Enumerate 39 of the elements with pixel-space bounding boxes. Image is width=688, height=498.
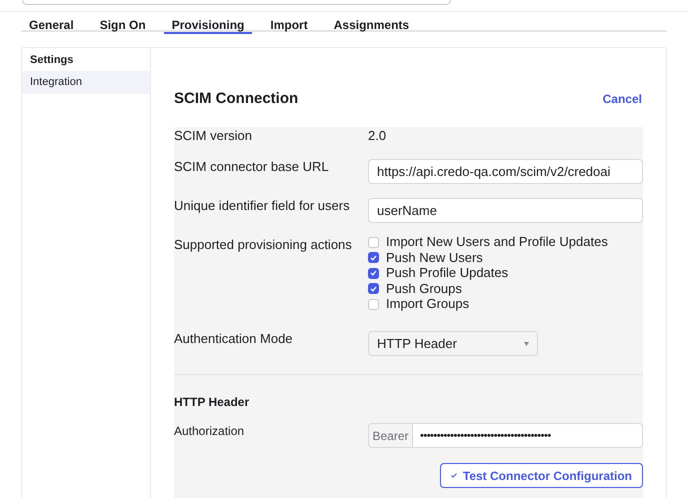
checkbox[interactable] bbox=[368, 298, 379, 310]
input-field[interactable]: userName bbox=[368, 198, 643, 223]
tab[interactable]: Import bbox=[262, 12, 316, 32]
select-dropdown[interactable]: HTTP Header bbox=[368, 331, 538, 356]
checkbox-label: Push New Users bbox=[386, 250, 483, 266]
checkbox-label: Push Profile Updates bbox=[386, 265, 508, 281]
caret-icon bbox=[524, 342, 529, 346]
subsection-title: HTTP Header bbox=[174, 394, 250, 410]
field-value: 2.0 bbox=[368, 128, 386, 144]
checkbox-label: Push Groups bbox=[386, 280, 462, 296]
input-field[interactable]: https://api.credo-qa.com/scim/v2/credoai bbox=[368, 159, 643, 184]
tab[interactable]: Sign On bbox=[92, 12, 154, 32]
sidebar-heading: Settings bbox=[29, 53, 74, 68]
input-prefix: Bearer bbox=[369, 424, 413, 447]
checkbox[interactable] bbox=[368, 268, 379, 278]
check-icon bbox=[450, 473, 457, 478]
field-label: Unique identifier field for users bbox=[174, 198, 351, 214]
check-icon bbox=[370, 270, 377, 276]
cancel-link[interactable]: Cancel bbox=[602, 90, 642, 108]
field-label: SCIM connector base URL bbox=[174, 159, 330, 175]
checkbox[interactable] bbox=[368, 236, 379, 248]
tab[interactable]: Assignments bbox=[326, 12, 418, 32]
input-field[interactable]: Bearer ••••••••••••••••••••••••••••••••••••••• bbox=[368, 423, 643, 448]
tab[interactable]: General bbox=[21, 12, 82, 32]
field-label: SCIM version bbox=[174, 128, 254, 144]
checkbox-label: Import Groups bbox=[386, 296, 470, 312]
check-icon bbox=[370, 254, 377, 260]
field-label: Authorization bbox=[174, 423, 246, 439]
test-connector-button[interactable]: Test Connector Configuration bbox=[440, 463, 643, 488]
checkbox[interactable] bbox=[368, 283, 379, 294]
sidebar-item[interactable]: Integration bbox=[22, 71, 150, 94]
tab[interactable]: Provisioning bbox=[164, 12, 252, 34]
section-title: SCIM Connection bbox=[174, 88, 298, 109]
field-label: Authentication Mode bbox=[174, 331, 294, 347]
checkbox-label: Import New Users and Profile Updates bbox=[386, 234, 608, 250]
field-label: Supported provisioning actions bbox=[174, 237, 353, 253]
password-value: ••••••••••••••••••••••••••••••••••••••• bbox=[413, 424, 642, 447]
checkbox[interactable] bbox=[368, 252, 379, 263]
check-icon bbox=[370, 286, 377, 292]
